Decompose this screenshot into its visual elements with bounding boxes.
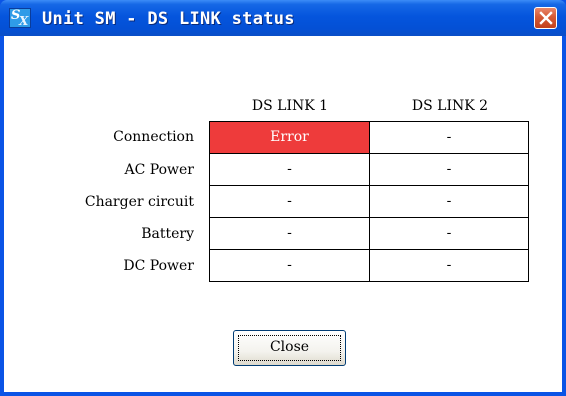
cell-connection-ds-link-2: - bbox=[369, 121, 529, 154]
dialog-window: S X Unit SM - DS LINK status DS LINK 1 D… bbox=[0, 0, 566, 396]
cell-ac-power-ds-link-2: - bbox=[369, 153, 529, 186]
cell-charger-circuit-ds-link-2: - bbox=[369, 185, 529, 218]
cell-battery-ds-link-1: - bbox=[209, 217, 370, 250]
app-icon-letter-x: X bbox=[19, 14, 29, 28]
close-icon bbox=[539, 11, 553, 25]
cell-battery-ds-link-2: - bbox=[369, 217, 529, 250]
dialog-body: DS LINK 1 DS LINK 2 Connection Error - A… bbox=[4, 36, 562, 392]
cell-dc-power-ds-link-1: - bbox=[209, 249, 370, 282]
title-bar[interactable]: S X Unit SM - DS LINK status bbox=[0, 0, 566, 36]
column-header-ds-link-1: DS LINK 1 bbox=[251, 98, 329, 114]
cell-ac-power-ds-link-1: - bbox=[209, 153, 370, 186]
row-label-charger-circuit: Charger circuit bbox=[84, 194, 194, 210]
cell-dc-power-ds-link-2: - bbox=[369, 249, 529, 282]
cell-connection-ds-link-1: Error bbox=[209, 121, 370, 154]
row-label-battery: Battery bbox=[141, 226, 194, 242]
row-label-dc-power: DC Power bbox=[123, 258, 194, 274]
window-title: Unit SM - DS LINK status bbox=[42, 9, 295, 29]
close-button[interactable]: Close bbox=[233, 330, 346, 366]
app-icon: S X bbox=[9, 8, 31, 28]
row-label-connection: Connection bbox=[113, 129, 194, 145]
cell-charger-circuit-ds-link-1: - bbox=[209, 185, 370, 218]
window-close-button[interactable] bbox=[534, 7, 557, 29]
close-button-label: Close bbox=[269, 339, 310, 355]
column-header-ds-link-2: DS LINK 2 bbox=[411, 98, 489, 114]
row-label-ac-power: AC Power bbox=[124, 162, 194, 178]
